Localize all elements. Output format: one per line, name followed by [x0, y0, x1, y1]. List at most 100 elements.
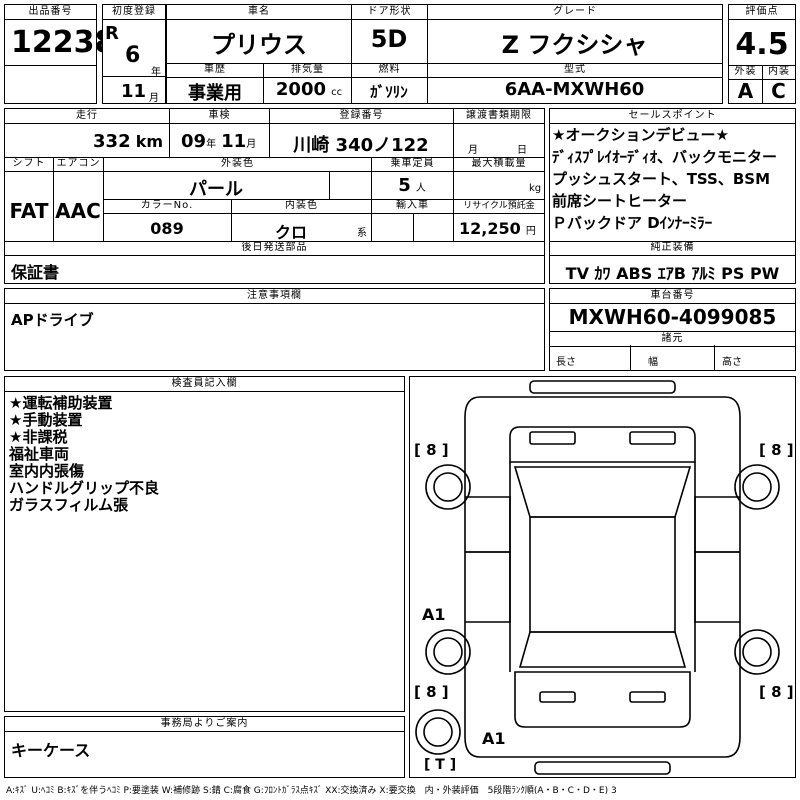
import-label: 輸入車	[371, 199, 453, 214]
first-reg-month-unit: 月	[149, 93, 159, 104]
displacement-unit: cc	[331, 87, 343, 98]
color-no-label: カラーNo.	[103, 199, 231, 214]
inspector-item: ガラスフィルム張	[9, 496, 129, 514]
max-load-unit: kg	[529, 183, 542, 194]
caution-value: APドライブ	[11, 311, 94, 329]
transfer-divider	[453, 123, 454, 157]
int-color-unit: 系	[357, 228, 367, 239]
inspection-cell: 09年 11月	[181, 131, 256, 152]
car-name: プリウス	[211, 31, 307, 59]
mileage-label: 走行	[5, 109, 169, 124]
inspection-year-unit: 年	[206, 139, 217, 150]
ac-label: エアコン	[53, 157, 103, 172]
lot-label: 出品番号	[5, 5, 96, 20]
chassis-box: 車台番号 MXWH60-4099085 諸元 長さ 幅 高さ	[549, 288, 796, 371]
mileage-unit: km	[135, 132, 163, 151]
office-box: 事務局よりご案内 キーケース	[4, 716, 405, 778]
first-reg-year: 6	[125, 43, 141, 68]
spare-tire-label: [ T ]	[424, 757, 457, 773]
tire-front-left-label: [ 8 ]	[414, 441, 449, 459]
inspector-item: ★非課税	[9, 428, 68, 446]
inspector-item: 室内内張傷	[9, 462, 85, 480]
displacement-value: 2000	[275, 79, 326, 100]
interior-grade: C	[771, 79, 786, 103]
door-type: 5D	[370, 25, 408, 53]
color-sub-divider	[329, 171, 330, 199]
ext-color-value: パール	[189, 179, 243, 200]
inspector-item: ハンドルグリップ不良	[9, 479, 160, 497]
model-label: 型式	[427, 63, 722, 78]
inspection-label: 車検	[169, 109, 269, 124]
first-reg-label: 初度登録	[103, 5, 165, 20]
spec-length-label: 長さ	[556, 357, 576, 368]
car-diagram-box: [ 8 ] [ 8 ] [ 8 ] [ 8 ] A1 A1 [ T ]	[409, 376, 796, 778]
office-label: 事務局よりご案内	[5, 717, 404, 732]
color-no-value: 089	[150, 219, 184, 238]
spec-height-label: 高さ	[722, 357, 742, 368]
spec-divider-1	[630, 345, 631, 370]
sales-point-list: ★オークションデビュー★ ﾃﾞｨｽﾌﾟﾚｲｵｰﾃﾞｨｵ、バックモニター プッシュ…	[552, 127, 777, 232]
first-reg-divider	[103, 76, 165, 77]
sales-point-label: セールスポイント	[550, 109, 795, 124]
shift-label: シフト	[5, 157, 53, 172]
capacity-value: 5	[398, 175, 411, 196]
caution-label: 注意事項欄	[5, 289, 544, 304]
office-value: キーケース	[11, 741, 91, 760]
tire-rear-left-label: [ 8 ]	[414, 683, 449, 701]
plate-label: 登録番号	[269, 109, 453, 124]
inspector-label: 検査員記入欄	[5, 377, 404, 392]
history-label: 車歴	[167, 63, 263, 78]
score-box: 評価点 4.5 外装 内装 A C	[728, 4, 796, 104]
mileage-value: 332	[93, 131, 131, 152]
shift-value: FAT	[9, 199, 49, 223]
fuel-value: ｶﾞｿﾘﾝ	[370, 83, 408, 101]
first-registration-box: 初度登録 R 6 年 11 月	[102, 4, 166, 104]
int-color-value: クロ	[274, 223, 307, 242]
damage-mark-side: A1	[422, 605, 446, 624]
spec-divider-2	[714, 345, 715, 370]
ext-color-label: 外装色	[103, 157, 371, 172]
displacement-divider	[263, 77, 264, 103]
transfer-day-unit: 日	[517, 145, 527, 156]
sales-point-item: 前席シートヒーター	[552, 192, 688, 210]
spec-width-label: 幅	[648, 357, 658, 368]
max-load-label: 最大積載量	[453, 157, 544, 172]
inspection-month: 11	[221, 131, 247, 152]
recycle-cell: 12,250 円	[459, 219, 536, 238]
capacity-unit: 人	[415, 183, 426, 194]
int-color-label: 内装色	[231, 199, 371, 214]
inspector-list: ★運転補助装置 ★手動装置 ★非課税 福祉車両 室内内張傷 ハンドルグリップ不良…	[9, 395, 159, 514]
history-value: 事業用	[188, 83, 242, 104]
equipment-label: 純正装備	[550, 241, 795, 256]
exterior-grade: A	[737, 79, 754, 103]
damage-mark-bottom: A1	[482, 729, 506, 748]
lot-number-box: 出品番号 12238	[4, 4, 115, 104]
inspector-item: ★手動装置	[9, 411, 83, 429]
transfer-month-unit: 月	[468, 145, 478, 156]
first-reg-era: R	[105, 23, 119, 44]
later-parts-label: 後日発送部品	[5, 241, 544, 256]
model-value: 6AA-MXWH60	[504, 79, 645, 100]
legend-text: A:ｷｽﾞ U:ﾍｺﾐ B:ｷｽﾞを伴うﾍｺﾐ P:要塗装 W:補修跡 S:錆 …	[6, 786, 617, 796]
inspection-divider	[169, 123, 170, 157]
equipment-value: TV ｶﾜ ABS ｴｱB ｱﾙﾐ PS PW	[565, 264, 780, 283]
caution-box: 注意事項欄 APドライブ	[4, 288, 545, 371]
sales-point-box: セールスポイント ★オークションデビュー★ ﾃﾞｨｽﾌﾟﾚｲｵｰﾃﾞｨｵ、バック…	[549, 108, 796, 284]
grade-label: グレード	[427, 5, 722, 20]
lot-divider	[5, 65, 96, 66]
ac-value: AAC	[55, 199, 101, 223]
recycle-value: 12,250	[459, 219, 521, 238]
door-label: ドア形状	[351, 5, 427, 20]
capacity-cell: 5 人	[371, 175, 453, 196]
interior-grade-label: 内装	[762, 65, 795, 80]
inspector-box: 検査員記入欄 ★運転補助装置 ★手動装置 ★非課税 福祉車両 室内内張傷 ハンド…	[4, 376, 405, 712]
specs-label: 諸元	[550, 331, 795, 347]
exterior-grade-label: 外装	[729, 65, 762, 80]
inspection-year: 09	[181, 131, 207, 152]
later-parts-value: 保証書	[11, 263, 60, 282]
score-value: 4.5	[735, 27, 789, 62]
mileage-cell: 332 km	[93, 131, 163, 152]
tire-front-right-label: [ 8 ]	[759, 441, 794, 459]
sales-point-item: ★オークションデビュー★	[552, 126, 729, 144]
recycle-label: リサイクル預託金	[453, 199, 544, 214]
